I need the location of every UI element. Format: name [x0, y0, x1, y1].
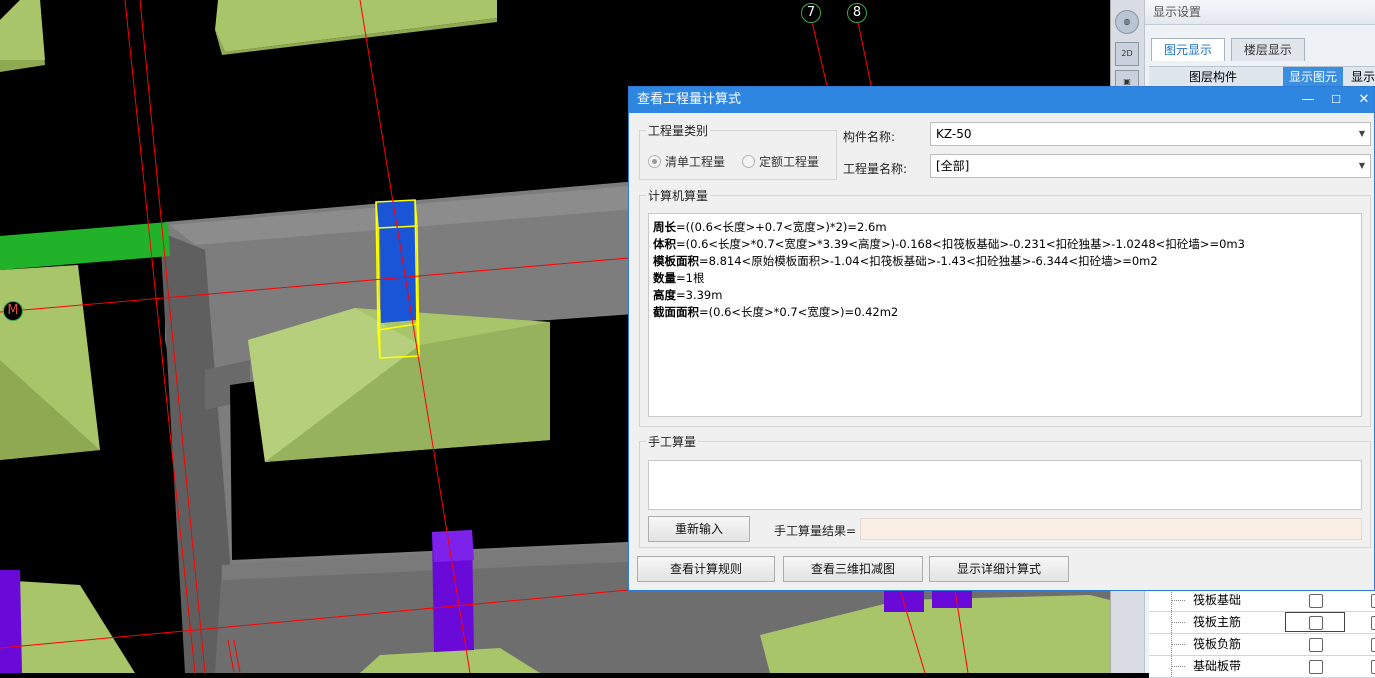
view-3d-deduction-button[interactable]: 查看三维扣减图 — [783, 556, 923, 582]
tab-element-display[interactable]: 图元显示 — [1151, 38, 1226, 61]
radio-label: 定额工程量 — [759, 155, 820, 169]
component-name-value: KZ-50 — [936, 127, 972, 141]
radio-quota-quantity[interactable]: 定额工程量 — [742, 153, 819, 170]
column-show[interactable]: 显示 — [1351, 67, 1375, 87]
column-layer-component[interactable]: 图层构件 — [1189, 67, 1237, 87]
column-show-element[interactable]: 显示图元 — [1283, 67, 1344, 87]
tree-row[interactable]: 筏板负筋 — [1149, 634, 1375, 656]
dialog-title: 查看工程量计算式 — [637, 92, 742, 107]
tree-row-label: 筏板主筋 — [1193, 615, 1242, 629]
chevron-down-icon: ▼ — [1358, 161, 1365, 170]
reenter-button[interactable]: 重新输入 — [648, 516, 750, 542]
tree-row[interactable]: 基础板带 — [1149, 656, 1375, 678]
radio-dot[interactable] — [742, 155, 755, 168]
quantity-name-select[interactable]: [全部] ▼ — [930, 154, 1371, 178]
show-element-checkbox[interactable] — [1309, 616, 1323, 630]
tree-row-label: 筏板负筋 — [1193, 637, 1242, 651]
layer-tree: 筏板基础 筏板主筋 筏板负筋 基础板带 — [1149, 590, 1375, 678]
panel-tabs: 图元显示 楼层显示 — [1151, 38, 1307, 62]
show-checkbox[interactable] — [1371, 616, 1375, 630]
formula-line: 模板面积=8.814<原始模板面积>-1.04<扣筏板基础>-1.43<扣砼独基… — [653, 254, 1158, 268]
tree-row[interactable]: 筏板基础 — [1149, 590, 1375, 612]
show-checkbox[interactable] — [1371, 594, 1375, 608]
axis-label-7: 7 — [801, 3, 821, 23]
tab-floor-display[interactable]: 楼层显示 — [1230, 38, 1305, 61]
tree-row-label: 基础板带 — [1193, 659, 1242, 673]
panel-title: 显示设置 — [1145, 0, 1375, 25]
component-name-select[interactable]: KZ-50 ▼ — [930, 122, 1371, 146]
maximize-icon[interactable]: ☐ — [1322, 87, 1350, 113]
quantity-type-group: 工程量类别 清单工程量 定额工程量 — [639, 122, 837, 180]
beam — [0, 222, 170, 270]
minimize-icon[interactable]: — — [1294, 87, 1322, 113]
formula-line: 数量=1根 — [653, 271, 705, 285]
axis-label-m: M — [3, 301, 23, 321]
formula-line: 体积=(0.6<长度>*0.7<宽度>*3.39<高度>)-0.168<扣筏板基… — [653, 237, 1245, 251]
manual-result-label: 手工算量结果= — [774, 524, 857, 538]
manual-result-field[interactable] — [860, 518, 1362, 540]
column-purple — [0, 570, 22, 673]
manual-calc-group: 手工算量 重新输入 手工算量结果= — [639, 433, 1371, 548]
radio-label: 清单工程量 — [665, 155, 726, 169]
axis-label-8: 8 — [847, 3, 867, 23]
tree-row-label: 筏板基础 — [1193, 593, 1242, 607]
show-checkbox[interactable] — [1371, 660, 1375, 674]
dialog-titlebar[interactable]: 查看工程量计算式 — ☐ ✕ — [629, 87, 1374, 113]
formula-line: 高度=3.39m — [653, 288, 723, 302]
formula-line: 截面面积=(0.6<长度>*0.7<宽度>)=0.42m2 — [653, 305, 899, 319]
show-element-checkbox[interactable] — [1309, 594, 1323, 608]
view-2d-button[interactable]: 2D — [1115, 42, 1139, 66]
computer-calc-title: 计算机算量 — [646, 187, 711, 204]
computer-calc-group: 计算机算量 周长=((0.6<长度>+0.7<宽度>)*2)=2.6m 体积=(… — [639, 187, 1371, 427]
column-header: 图层构件 显示图元 显示 — [1149, 66, 1375, 87]
quantity-formula-dialog: 查看工程量计算式 — ☐ ✕ 工程量类别 清单工程量 定额工程量 构件名称: K… — [628, 86, 1375, 591]
manual-calc-title: 手工算量 — [646, 433, 699, 450]
show-checkbox[interactable] — [1371, 638, 1375, 652]
view-calc-rules-button[interactable]: 查看计算规则 — [637, 556, 775, 582]
show-element-checkbox[interactable] — [1309, 638, 1323, 652]
quantity-type-title: 工程量类别 — [646, 122, 711, 139]
quantity-name-label: 工程量名称: — [843, 162, 908, 176]
manual-calc-textarea[interactable] — [648, 460, 1362, 510]
radio-bill-quantity[interactable]: 清单工程量 — [648, 153, 725, 170]
tree-row[interactable]: 筏板主筋 — [1149, 612, 1375, 634]
show-detailed-formula-button[interactable]: 显示详细计算式 — [929, 556, 1069, 582]
computer-calc-textarea[interactable]: 周长=((0.6<长度>+0.7<宽度>)*2)=2.6m 体积=(0.6<长度… — [648, 213, 1362, 417]
show-element-checkbox[interactable] — [1309, 660, 1323, 674]
formula-line: 周长=((0.6<长度>+0.7<宽度>)*2)=2.6m — [653, 220, 887, 234]
component-name-label: 构件名称: — [843, 130, 896, 144]
chevron-down-icon: ▼ — [1358, 129, 1365, 138]
globe-icon[interactable]: ◍ — [1115, 10, 1139, 34]
quantity-name-value: [全部] — [936, 159, 970, 173]
close-icon[interactable]: ✕ — [1350, 87, 1375, 113]
radio-dot[interactable] — [648, 155, 661, 168]
